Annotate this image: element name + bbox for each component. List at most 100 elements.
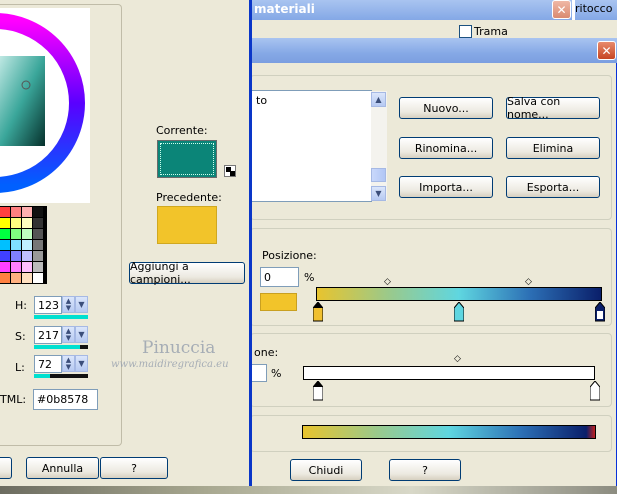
swatch[interactable] xyxy=(33,240,43,250)
h-slider-bar[interactable] xyxy=(34,315,88,319)
left-help-button[interactable]: ? xyxy=(100,457,168,479)
s-label: S: xyxy=(15,330,26,343)
h-input[interactable]: 123 xyxy=(34,296,62,314)
swatch[interactable] xyxy=(0,207,10,217)
background-window-title: materiali xyxy=(254,2,315,16)
trama-checkbox[interactable] xyxy=(459,25,472,38)
hue-wheel[interactable] xyxy=(0,8,90,203)
presets-list-item[interactable]: to xyxy=(256,94,267,107)
swatch[interactable] xyxy=(22,229,32,239)
swatch[interactable] xyxy=(0,229,10,239)
trama-checkbox-label: Trama xyxy=(474,25,508,38)
s-input[interactable]: 217 xyxy=(34,326,62,344)
color-stop-right[interactable] xyxy=(595,302,605,322)
l-input[interactable]: 72 xyxy=(34,355,62,373)
s-slider-bar[interactable] xyxy=(34,345,88,349)
html-label: TML: xyxy=(0,393,27,406)
presets-scrollbar[interactable] xyxy=(371,91,387,201)
swatch[interactable] xyxy=(11,251,21,261)
scroll-down-button[interactable]: ▼ xyxy=(371,186,386,201)
swatch[interactable] xyxy=(11,218,21,228)
watermark-url: www.maidiregrafica.eu xyxy=(111,359,229,370)
background-close-button[interactable]: ✕ xyxy=(552,0,571,19)
presets-list[interactable] xyxy=(250,90,372,202)
elimina-button[interactable]: Elimina xyxy=(506,137,600,159)
swatch[interactable] xyxy=(0,240,10,250)
opacity-stop-right[interactable] xyxy=(590,381,600,401)
l-dropdown-button[interactable]: ▼ xyxy=(75,355,88,372)
swatch[interactable] xyxy=(33,262,43,272)
precedente-swatch[interactable] xyxy=(157,206,217,244)
swatch[interactable] xyxy=(22,262,32,272)
s-spin-button[interactable]: ▲ ▼ xyxy=(62,326,75,343)
annulla-button[interactable]: Annulla xyxy=(26,457,99,479)
importa-button[interactable]: Importa... xyxy=(399,176,493,198)
swatch[interactable] xyxy=(0,251,10,261)
swatch[interactable] xyxy=(22,251,32,261)
nuovo-button[interactable]: Nuovo... xyxy=(399,97,493,119)
stop-color-swatch[interactable] xyxy=(260,293,297,311)
aggiungi-a-campioni-button[interactable]: Aggiungi a campioni... xyxy=(129,260,245,286)
swatch[interactable] xyxy=(22,240,32,250)
corrente-swatch-focus xyxy=(160,143,214,175)
opacity-percent: % xyxy=(271,367,282,380)
s-dropdown-button[interactable]: ▼ xyxy=(75,326,88,343)
midpoint-marker-1[interactable]: ◇ xyxy=(384,277,391,287)
rinomina-button[interactable]: Rinomina... xyxy=(399,137,493,159)
html-input[interactable]: #0b8578 xyxy=(33,389,98,410)
swatch[interactable] xyxy=(11,229,21,239)
opacity-stop-left[interactable] xyxy=(313,381,323,401)
opacity-input[interactable] xyxy=(250,364,267,382)
color-gradient-bar[interactable] xyxy=(316,287,602,301)
swatch[interactable] xyxy=(11,207,21,217)
gradient-dialog-titlebar xyxy=(250,38,617,63)
esporta-button[interactable]: Esporta... xyxy=(506,176,600,198)
swatch[interactable] xyxy=(11,262,21,272)
swatch[interactable] xyxy=(22,273,32,283)
swatch[interactable] xyxy=(0,218,10,228)
gradient-dialog-close-button[interactable]: ✕ xyxy=(597,41,616,60)
background-side-strip xyxy=(572,0,575,20)
gradient-preview-bar xyxy=(302,425,596,439)
swap-colors-icon-inner-2 xyxy=(230,171,235,176)
salva-con-nome-button[interactable]: Salva con nome... xyxy=(506,95,600,121)
swatch[interactable] xyxy=(22,207,32,217)
swatch[interactable] xyxy=(33,229,43,239)
opacity-label: one: xyxy=(254,346,279,359)
posizione-input[interactable]: 0 xyxy=(260,267,299,287)
swatch[interactable] xyxy=(33,207,43,217)
ok-button-partial[interactable] xyxy=(0,457,12,479)
h-label: H: xyxy=(15,299,27,312)
background-toolbar xyxy=(240,20,617,39)
swatch[interactable] xyxy=(33,251,43,261)
l-spin-button[interactable]: ▲ ▼ xyxy=(62,355,75,372)
h-spin-button[interactable]: ▲ ▼ xyxy=(62,296,75,313)
posizione-label: Posizione: xyxy=(262,249,317,262)
swatch[interactable] xyxy=(11,273,21,283)
h-dropdown-button[interactable]: ▼ xyxy=(75,296,88,313)
l-label: L: xyxy=(15,361,25,374)
scroll-thumb[interactable] xyxy=(371,168,386,182)
swatch[interactable] xyxy=(22,218,32,228)
color-stop-left[interactable] xyxy=(313,302,323,322)
swap-colors-icon[interactable] xyxy=(224,165,236,177)
l-slider-bar[interactable] xyxy=(34,374,88,378)
background-topright-label: ritocco xyxy=(575,2,613,15)
opacity-bar[interactable] xyxy=(303,366,595,380)
right-help-button[interactable]: ? xyxy=(389,459,461,481)
corrente-label: Corrente: xyxy=(156,124,208,137)
watermark-name: Pinuccia xyxy=(142,338,216,358)
swatch[interactable] xyxy=(33,218,43,228)
swatch[interactable] xyxy=(11,240,21,250)
chiudi-button[interactable]: Chiudi xyxy=(290,459,362,481)
scroll-up-button[interactable]: ▲ xyxy=(371,92,386,107)
posizione-percent: % xyxy=(304,271,315,284)
desktop-strip xyxy=(0,486,617,494)
swatch[interactable] xyxy=(33,273,43,283)
swatch[interactable] xyxy=(0,262,10,272)
midpoint-marker-2[interactable]: ◇ xyxy=(525,277,532,287)
color-stop-mid[interactable] xyxy=(454,302,464,322)
swatch[interactable] xyxy=(0,273,10,283)
precedente-label: Precedente: xyxy=(156,191,222,204)
opacity-midpoint-marker[interactable]: ◇ xyxy=(454,354,461,364)
